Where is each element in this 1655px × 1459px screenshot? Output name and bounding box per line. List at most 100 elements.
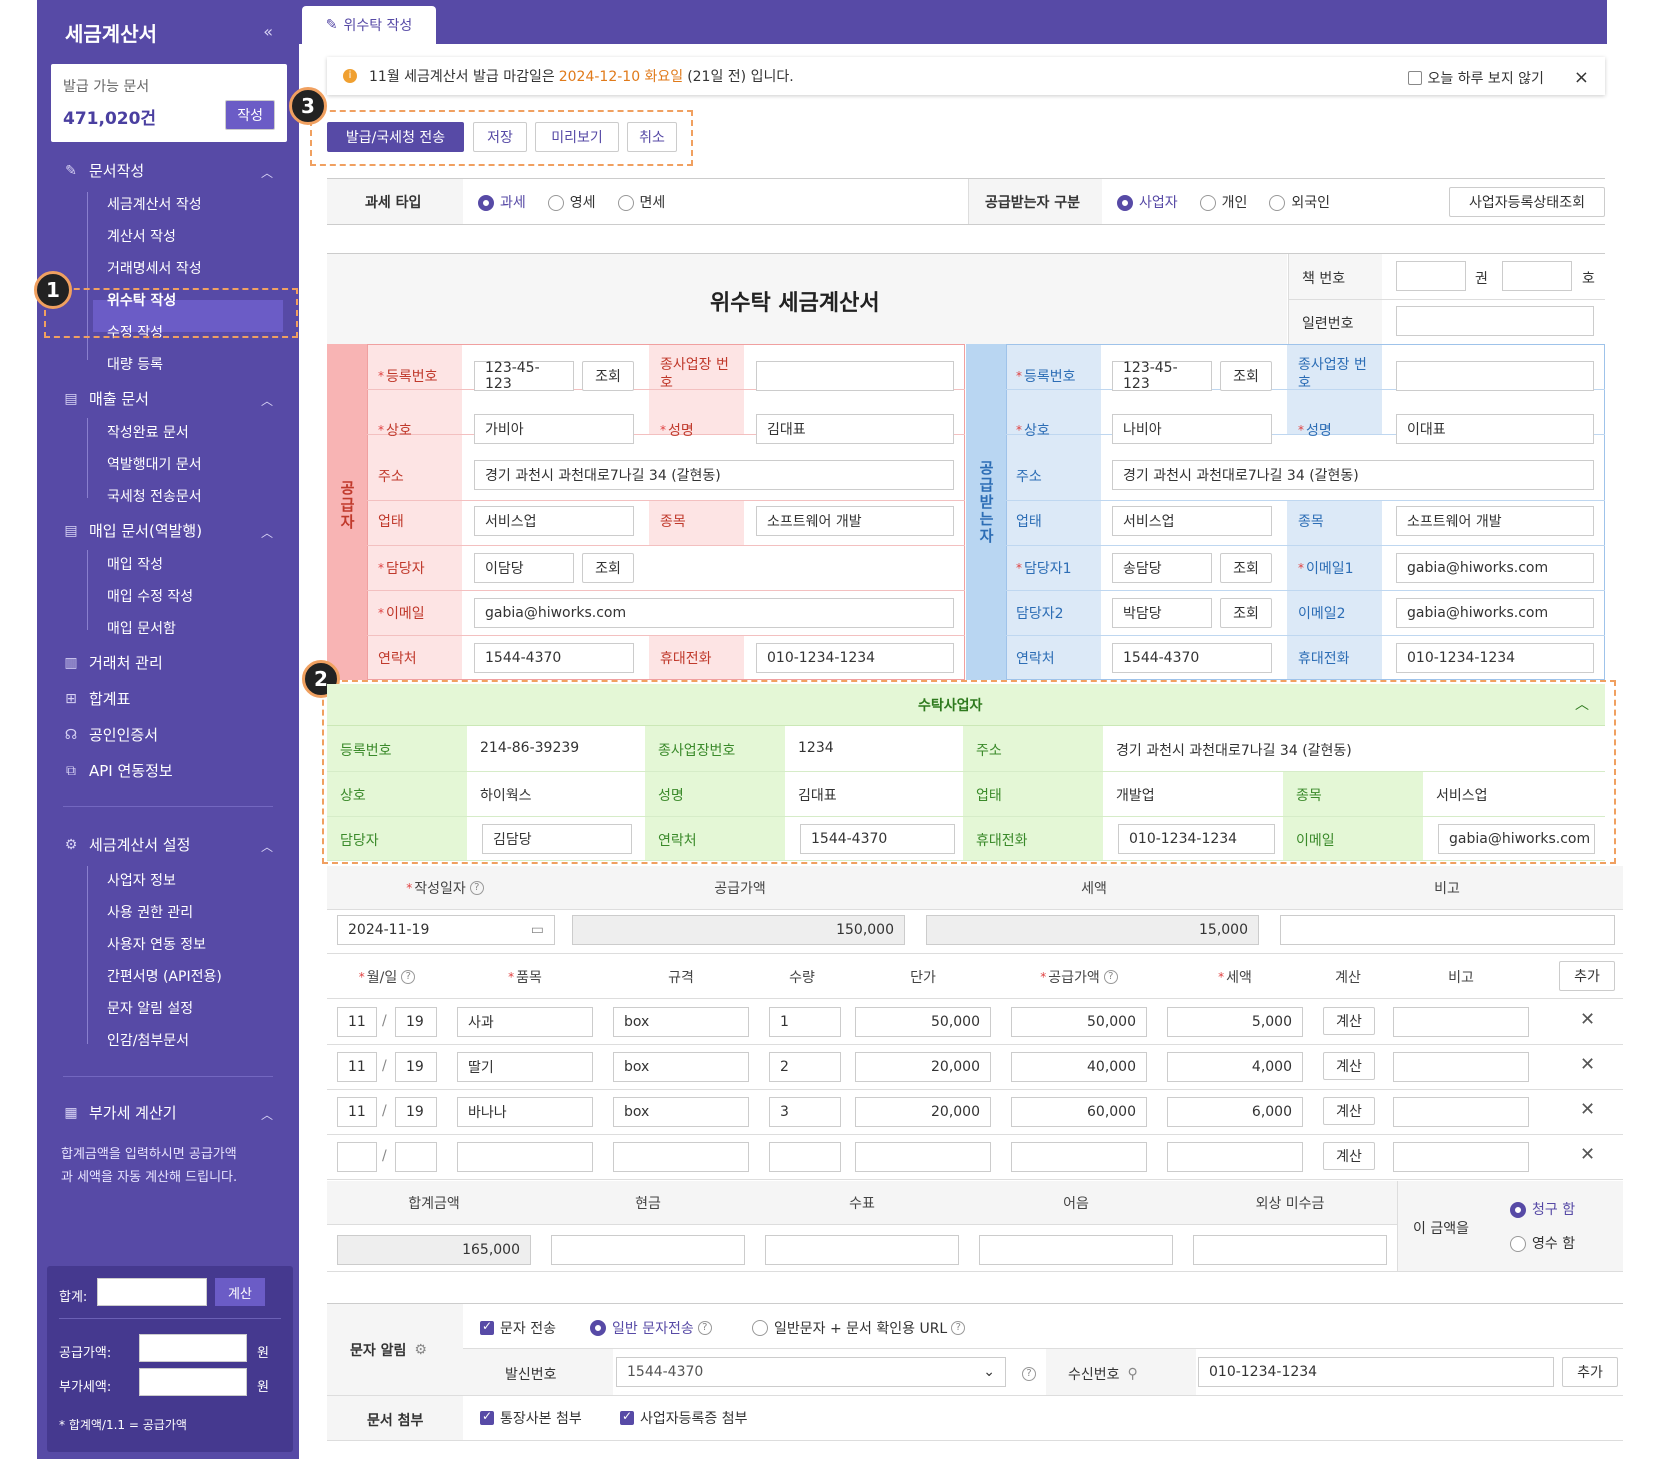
hide-today-checkbox[interactable] (1407, 70, 1422, 85)
item-name-input[interactable]: 바나나 (457, 1097, 593, 1127)
sidebar-item-statement[interactable]: 거래명세서 작성 (107, 258, 202, 278)
trustee-manager-input[interactable]: 김담당 (482, 824, 632, 854)
item-d-input[interactable]: 19 (395, 1052, 437, 1082)
nav-group-doc-write[interactable]: ✎ 문서작성 (63, 160, 144, 181)
nav-group-settings[interactable]: ⚙ 세금계산서 설정 (63, 834, 191, 855)
item-name-input[interactable]: 딸기 (457, 1052, 593, 1082)
item-m-input[interactable]: 11 (337, 1007, 377, 1037)
save-button[interactable]: 저장 (473, 122, 527, 152)
book-volume-input[interactable] (1396, 261, 1466, 291)
supplier-reg-input[interactable]: 123-45-123 (474, 360, 574, 392)
receiver-mobile-input[interactable]: 010-1234-1234 (1396, 643, 1594, 673)
issue-date-input[interactable]: 2024-11-19 ▭ (337, 915, 555, 945)
trustee-email-input[interactable]: gabia@hiworks.com (1438, 824, 1595, 854)
attach-bankbook-checkbox[interactable]: 통장사본 첨부 (480, 1408, 582, 1428)
supplier-email-input[interactable]: gabia@hiworks.com (474, 598, 954, 628)
collapse-sidebar-icon[interactable]: « (263, 22, 273, 41)
receiver-manager2-lookup-button[interactable]: 조회 (1220, 598, 1272, 628)
totals-cash-input[interactable] (551, 1235, 745, 1265)
supplier-reg-lookup-button[interactable]: 조회 (582, 361, 634, 391)
sidebar-item-purchase-write[interactable]: 매입 작성 (107, 554, 163, 574)
sidebar-item-reverse-pending[interactable]: 역발행대기 문서 (107, 454, 202, 474)
item-m-input[interactable]: 11 (337, 1097, 377, 1127)
sidebar-item-easy-sign[interactable]: 간편서명 (API전용) (107, 966, 222, 986)
book-number-input[interactable] (1502, 261, 1572, 291)
supplier-manager-input[interactable]: 이담당 (474, 553, 574, 583)
biz-status-lookup-button[interactable]: 사업자등록상태조회 (1449, 187, 1605, 217)
sidebar-item-certificate[interactable]: ☊ 공인인증서 (63, 724, 158, 745)
chevron-up-icon[interactable]: ︿ (261, 1106, 273, 1123)
item-qty-input[interactable]: 3 (769, 1097, 841, 1127)
item-note-input[interactable] (1393, 1142, 1529, 1172)
nav-group-purchase[interactable]: ▤ 매입 문서(역발행) (63, 520, 202, 541)
sidebar-item-invoice[interactable]: 계산서 작성 (107, 226, 176, 246)
receiver-reg-lookup-button[interactable]: 조회 (1220, 361, 1272, 391)
tax-type-option[interactable]: 영세 (547, 192, 596, 212)
sidebar-item-purchase-box[interactable]: 매입 문서함 (107, 618, 176, 638)
item-spec-input[interactable]: box (613, 1007, 749, 1037)
sidebar-item-permissions[interactable]: 사용 권한 관리 (107, 902, 193, 922)
delete-row-icon[interactable]: ✕ (1580, 1009, 1595, 1030)
item-note-input[interactable] (1393, 1007, 1529, 1037)
item-tax-input[interactable]: 6,000 (1167, 1097, 1303, 1127)
sms-url-option[interactable]: 일반문자 + 문서 확인용 URL? (752, 1318, 966, 1338)
item-d-input[interactable]: 19 (395, 1007, 437, 1037)
delete-row-icon[interactable]: ✕ (1580, 1144, 1595, 1165)
supplier-name-input[interactable]: 가비아 (474, 414, 634, 444)
delete-row-icon[interactable]: ✕ (1580, 1054, 1595, 1075)
sender-number-select[interactable]: 1544-4370 ⌄ (616, 1357, 1006, 1387)
sidebar-item-sms-settings[interactable]: 문자 알림 설정 (107, 998, 193, 1018)
receiver-reg-input[interactable]: 123-45-123 (1112, 360, 1212, 392)
receiver-type-option[interactable]: 사업자 (1117, 192, 1178, 212)
item-tax-input[interactable]: 4,000 (1167, 1052, 1303, 1082)
issue-send-button[interactable]: 발급/국세청 전송 (327, 122, 464, 152)
item-tax-input[interactable] (1167, 1142, 1303, 1172)
totals-check-input[interactable] (765, 1235, 959, 1265)
chevron-up-icon[interactable]: ︿ (261, 164, 273, 181)
nav-group-vat-calc[interactable]: ▦ 부가세 계산기 (63, 1102, 176, 1123)
receiver-manager1-lookup-button[interactable]: 조회 (1220, 553, 1272, 583)
trustee-mobile-input[interactable]: 010-1234-1234 (1118, 824, 1275, 854)
item-price-input[interactable] (855, 1142, 991, 1172)
supplier-tel-input[interactable]: 1544-4370 (474, 643, 634, 673)
item-tax-input[interactable]: 5,000 (1167, 1007, 1303, 1037)
sidebar-item-purchase-amend[interactable]: 매입 수정 작성 (107, 586, 193, 606)
receiver-manager2-input[interactable]: 박담당 (1112, 598, 1212, 628)
item-qty-input[interactable] (769, 1142, 841, 1172)
supplier-addr-input[interactable]: 경기 과천시 과천대로7나길 34 (갈현동) (474, 460, 954, 490)
supplier-biz-input[interactable]: 서비스업 (474, 506, 634, 536)
supplier-manager-lookup-button[interactable]: 조회 (582, 553, 634, 583)
sms-normal-option[interactable]: 일반 문자전송? (590, 1318, 712, 1338)
preview-button[interactable]: 미리보기 (535, 122, 619, 152)
cancel-button[interactable]: 취소 (627, 122, 677, 152)
receiver-type-option[interactable]: 외국인 (1269, 192, 1330, 212)
supplier-ceo-input[interactable]: 김대표 (756, 414, 954, 444)
item-name-input[interactable]: 사과 (457, 1007, 593, 1037)
supplier-branch-input[interactable] (756, 361, 954, 391)
sidebar-item-completed[interactable]: 작성완료 문서 (107, 422, 189, 442)
item-d-input[interactable] (395, 1142, 437, 1172)
item-price-input[interactable]: 20,000 (855, 1097, 991, 1127)
totals-note-input[interactable] (979, 1235, 1173, 1265)
vat-calc-button[interactable]: 계산 (215, 1278, 265, 1306)
calc-row-button[interactable]: 계산 (1323, 1142, 1375, 1170)
receiver-item-input[interactable]: 소프트웨어 개발 (1396, 506, 1594, 536)
receipt-option[interactable]: 영수 함 (1510, 1233, 1575, 1253)
item-supply-input[interactable]: 60,000 (1011, 1097, 1147, 1127)
delete-row-icon[interactable]: ✕ (1580, 1099, 1595, 1120)
tax-type-option[interactable]: 면세 (617, 192, 665, 212)
item-supply-input[interactable]: 40,000 (1011, 1052, 1147, 1082)
sidebar-item-nts-sent[interactable]: 국세청 전송문서 (107, 486, 202, 506)
sms-send-checkbox[interactable]: 문자 전송 (480, 1318, 556, 1338)
sidebar-item-summary[interactable]: ⊞ 합계표 (63, 688, 130, 709)
item-price-input[interactable]: 20,000 (855, 1052, 991, 1082)
totals-credit-input[interactable] (1193, 1235, 1387, 1265)
item-spec-input[interactable]: box (613, 1052, 749, 1082)
vat-tax-input[interactable] (139, 1368, 247, 1396)
sidebar-item-api[interactable]: ⧉ API 연동정보 (63, 760, 173, 781)
item-price-input[interactable]: 50,000 (855, 1007, 991, 1037)
receiver-tel-input[interactable]: 1544-4370 (1112, 643, 1272, 673)
item-name-input[interactable] (457, 1142, 593, 1172)
sidebar-item-tax-invoice[interactable]: 세금계산서 작성 (107, 194, 202, 214)
receiver-branch-input[interactable] (1396, 361, 1594, 391)
